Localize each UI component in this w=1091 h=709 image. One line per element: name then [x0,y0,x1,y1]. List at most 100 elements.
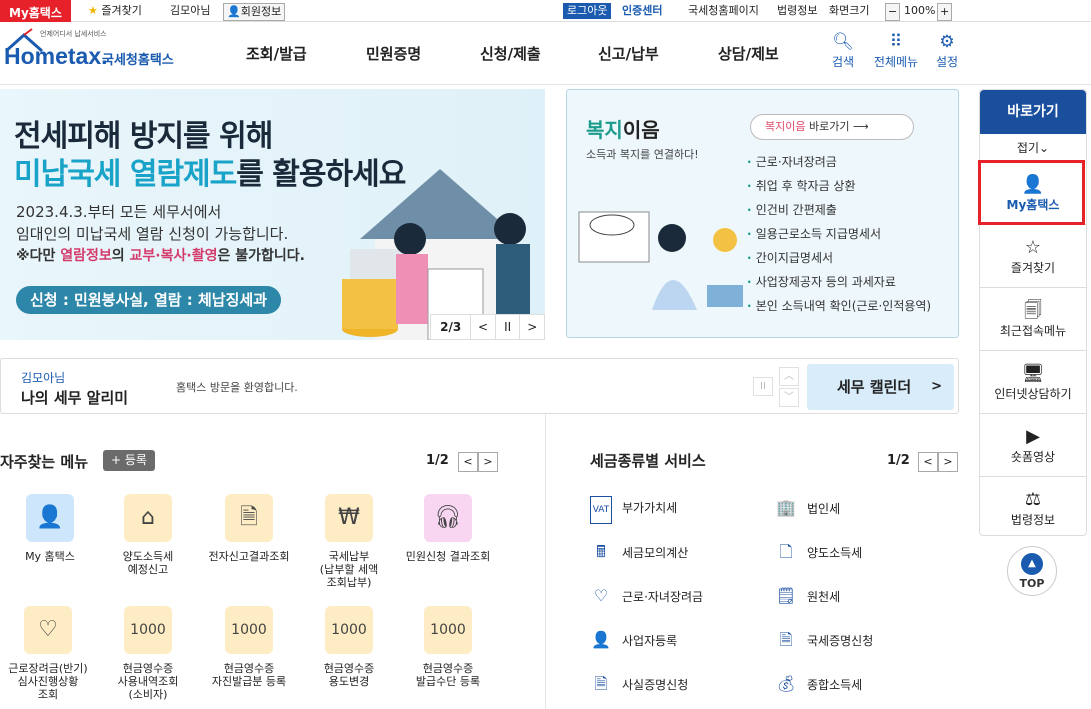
service-tax-certificate[interactable]: 🗎 국세증명신청 [775,627,874,653]
notice-down-button[interactable]: ﹀ [779,388,799,407]
my-hometax-link[interactable]: My홈택스 [0,0,71,22]
welfare-shortcut-button[interactable]: 복지이음 바로가기 ⟶ [750,114,914,140]
notice-up-button[interactable]: ︿ [779,367,799,386]
screen-size-label: 화면크기 [829,4,870,17]
service-transfer-tax[interactable]: 🗋 양도소득세 [775,539,863,565]
hometax-logo[interactable]: 언제어디서 납세서비스 Hometax. 국세청홈택스 [2,27,182,77]
welfare-illustration [578,211,743,310]
favorites-next-button[interactable]: > [478,452,498,472]
service-corporate-tax[interactable]: 🏢 법인세 [775,495,840,521]
gnb-report-pay[interactable]: 신고/납부 [598,43,659,64]
gnb-consult[interactable]: 상담/제보 [718,43,779,64]
gnb-certificate[interactable]: 민원증명 [366,43,421,64]
notice-pause-button[interactable]: II [753,377,773,396]
document-icon: 🗎 [779,630,793,649]
money-bag-icon: 💰︎ [775,674,797,693]
tax-service-prev-button[interactable]: < [918,452,938,472]
banner-pager: 2/3 < II > [430,314,545,340]
member-info-button[interactable]: 👤회원정보 [223,3,286,21]
welfare-item[interactable]: 취업 후 학자금 상환 [747,174,931,198]
logout-button[interactable]: 로그아웃 [563,3,612,19]
play-icon: ▶ [1026,426,1040,447]
quick-shortform[interactable]: ▶ 숏폼영상 [980,414,1086,477]
favorites-link[interactable]: ★ 즐겨찾기 [88,3,142,19]
cert-center-link[interactable]: 인증센터 [622,3,662,19]
consult-icon: 🖥 [1021,363,1045,384]
star-icon: ★ [88,4,98,17]
gear-icon: ⚙ [939,32,955,52]
service-vat[interactable]: VAT 부가가치세 [590,495,677,524]
banner-headline-2: 미납국세 열람제도를 활용하세요 [14,157,406,192]
favorites-prev-button[interactable]: < [458,452,478,472]
quick-menu-title: 바로가기 [980,90,1086,134]
tax-service-title: 세금종류별 서비스 [590,452,706,470]
nts-page-link[interactable]: 국세청홈페이지 [688,3,759,19]
tax-service-next-button[interactable]: > [938,452,958,472]
receipt-search-icon: 1000 [225,606,273,654]
quick-consult[interactable]: 🖥 인터넷상담하기 [980,351,1086,414]
recent-menu-icon: 🗐 [1024,300,1042,321]
notice-title: 나의 세무 알리미 [21,389,129,407]
document-icon: 🗎 [594,674,608,693]
fav-petition-result[interactable]: 🎧︎ 민원신청 결과조회 [398,494,498,563]
banner-pill: 신청 : 민원봉사실, 열람 : 체납징세과 [16,286,282,314]
heart-icon: ♡ [593,586,609,605]
gnb-inquiry[interactable]: 조회/발급 [246,43,307,64]
main-header: 언제어디서 납세서비스 Hometax. 국세청홈택스 조회/발급 민원증명 신… [0,23,1091,85]
banner-page-indicator: 2/3 [440,320,462,334]
main-banner[interactable]: 전세피해 방지를 위해 미납국세 열람제도를 활용하세요 2023.4.3.부터… [0,89,545,340]
receipt-change-icon: 1000 [325,606,373,654]
all-menu-button[interactable]: ⠿ 전체메뉴 [871,31,921,70]
welfare-item[interactable]: 간이지급명세서 [747,246,931,270]
fav-receipt-change[interactable]: 1000 현금영수증 용도변경 [299,606,399,688]
welfare-banner[interactable]: 복지이음 소득과 복지를 연결하다! 복지이음 바로가기 ⟶ 근로·자녀장려금 … [566,89,959,338]
banner-pause-button[interactable]: II [494,315,520,339]
quick-law-info[interactable]: ⚖ 법령정보 [980,477,1086,540]
notice-message: 홈택스 방문을 환영합니다. [176,381,298,394]
welfare-item[interactable]: 사업장제공자 등의 과세자료 [747,270,931,294]
fav-receipt-self-issue[interactable]: 1000 현금영수증 자진발급분 등록 [199,606,299,688]
fav-receipt-history[interactable]: 1000 현금영수증 사용내역조회 (소비자) [98,606,198,701]
banner-prev-button[interactable]: < [470,315,495,339]
service-withholding-tax[interactable]: 🗒 원천세 [775,583,840,609]
vat-icon: VAT [590,496,612,524]
search-button[interactable]: 🔍︎ 검색 [818,31,868,70]
welfare-item[interactable]: 인건비 간편제출 [747,198,931,222]
gavel-icon: ⚖ [1024,489,1042,510]
service-fact-certificate[interactable]: 🗎 사실증명신청 [590,671,689,697]
arrow-right-icon: ⟶ [852,120,869,133]
quick-menu: 바로가기 접기⌄ 👤 My홈택스 ☆ 즐겨찾기 🗐 최근접속메뉴 🖥 인터넷상담하기 ▶… [979,89,1087,536]
tax-calendar-button[interactable]: 세무 캘린더 > [807,364,954,410]
fav-work-incentive[interactable]: ♡ 근로장려금(반기) 심사진행상황 조회 [0,606,98,701]
service-income-tax[interactable]: 💰︎ 종합소득세 [775,671,862,697]
gnb-application[interactable]: 신청/제출 [480,43,541,64]
withholding-icon: 🗒 [775,586,797,605]
quick-fold-button[interactable]: 접기⌄ [980,134,1086,162]
fav-tax-payment[interactable]: ₩ 국세납부 (납부할 세액 조회납부) [299,494,399,589]
quick-favorites[interactable]: ☆ 즐겨찾기 [980,225,1086,288]
document-search-icon: 🗎 [225,494,273,542]
welfare-item[interactable]: 근로·자녀장려금 [747,150,931,174]
register-button[interactable]: + 등록 [103,450,155,471]
service-business-registration[interactable]: 👤 사업자등록 [590,627,677,653]
welfare-item[interactable]: 일용근로소득 지급명세서 [747,222,931,246]
fav-receipt-register[interactable]: 1000 현금영수증 발급수단 등록 [398,606,498,688]
scroll-top-button[interactable]: ▲ TOP [1007,546,1057,596]
welfare-title: 복지이음 [586,118,660,142]
quick-recent-menu[interactable]: 🗐 최근접속메뉴 [980,288,1086,351]
tax-notice-bar: 김모아님 나의 세무 알리미 홈택스 방문을 환영합니다. II ︿ ﹀ 세무 … [0,358,959,414]
fav-efiling-result[interactable]: 🗎 전자신고결과조회 [199,494,299,563]
arrow-up-icon: ▲ [1021,553,1043,575]
fav-transfer-tax[interactable]: ⌂ 양도소득세 예정신고 [98,494,198,576]
zoom-out-button[interactable]: − [885,3,901,21]
service-work-incentive[interactable]: ♡ 근로·자녀장려금 [590,583,703,609]
settings-button[interactable]: ⚙ 설정 [922,31,972,70]
service-tax-simulation[interactable]: 🖩 세금모의계산 [590,539,688,565]
receipt-icon: 1000 [124,606,172,654]
person-icon: 👤 [26,494,74,542]
law-info-link[interactable]: 법령정보 [777,3,817,19]
fav-my-hometax[interactable]: 👤 My 홈택스 [0,494,100,563]
welfare-item[interactable]: 본인 소득내역 확인(근로·인적용역) [747,294,931,318]
zoom-in-button[interactable]: + [937,3,953,21]
banner-next-button[interactable]: > [519,315,544,339]
